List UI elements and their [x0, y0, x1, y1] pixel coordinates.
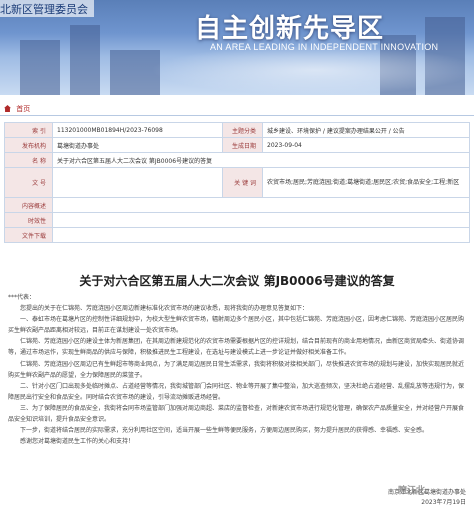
- info-value[interactable]: [52, 227, 470, 243]
- document-info-table: 索 引 113201000MB01894H/2023-76098 主题分类 城乡…: [4, 122, 470, 243]
- document-title: 关于对六合区第五届人大二次会议 第JB0006号建议的答复: [79, 274, 395, 288]
- banner-slogan: 自主创新先导区: [195, 14, 385, 44]
- info-row-name: 名 称 关于对六合区第五届人大二次会议 第JB0006号建议的答复: [4, 152, 470, 168]
- document-paragraph: 您提出的关于在仁锦苑、芳庭涟园小区周边新建标准化农贸市场的建议收悉，现将我街的办…: [20, 305, 309, 313]
- header-banner: 北新区管理委员会 自主创新先导区 AN AREA LEADING IN INDE…: [0, 0, 474, 95]
- banner-building-graphic: [20, 40, 60, 95]
- info-value: 关于对六合区第五届人大二次会议 第JB0006号建议的答复: [52, 152, 470, 168]
- info-row-validity: 时效性: [4, 212, 470, 228]
- info-value: 2023-09-04: [262, 137, 470, 153]
- info-row-download: 文件下载: [4, 227, 470, 243]
- document-paragraph: 感谢您对葛塘街道民生工作的关心和支持！: [20, 438, 135, 446]
- watermark-text: 瞭江北: [398, 486, 426, 496]
- document-salutation: ***代表：: [8, 294, 36, 301]
- info-label: 名 称: [4, 152, 53, 168]
- banner-slogan-english: AN AREA LEADING IN INDEPENDENT INNOVATIO…: [210, 42, 439, 52]
- info-label: 文 号: [4, 167, 53, 198]
- document-paragraph: 一、泰虹市场在葛塘片区的控制性详细规划中，为校大型生鲜农贸市场，辐射周边多个居民…: [8, 316, 465, 335]
- banner-glow: [150, 45, 474, 95]
- info-row-summary: 内容概述: [4, 197, 470, 213]
- document-paragraph: 三、为了保障居民的食品安全，我街将会同市场监管部门加强对周边商超、菜店的监督检查…: [8, 404, 465, 424]
- info-label: 索 引: [4, 122, 53, 138]
- org-name: 北新区管理委员会: [0, 0, 94, 17]
- info-value: 葛塘街道办事处: [52, 137, 223, 153]
- document-paragraph: 下一步，街道将结合居民的实际需求，充分利用社区空间，适当开展一些生鲜等便民服务，…: [20, 427, 429, 435]
- home-icon: [4, 105, 11, 112]
- info-label: 内容概述: [4, 197, 53, 213]
- info-value: [52, 197, 470, 213]
- banner-building-graphic: [70, 25, 100, 95]
- info-row-doc-number: 文 号 关 键 词 农贸市场;居民;芳庭涟园;街道;葛塘街道;居民区;农贸;食品…: [4, 167, 470, 198]
- document-paragraph: 仁锦苑、芳庭涟园小区的建设主体为新居集团，在其周边新建规范化的农贸市场需要根据片…: [8, 338, 465, 357]
- info-row-publisher: 发布机构 葛塘街道办事处 生成日期 2023-09-04: [4, 137, 470, 153]
- document-paragraph: 仁锦苑、芳庭涟园小区周边已有生鲜超市等商业网点，为了满足周边居民日常生活需求，我…: [8, 360, 465, 379]
- breadcrumb: 首页: [0, 102, 474, 116]
- document-date: 2023年7月19日: [421, 499, 466, 506]
- info-value: [52, 212, 470, 228]
- info-value: [52, 167, 223, 198]
- info-value: 农贸市场;居民;芳庭涟园;街道;葛塘街道;居民区;农贸;食品安全;工程;新区: [262, 167, 470, 198]
- info-label: 关 键 词: [222, 167, 263, 198]
- info-label: 时效性: [4, 212, 53, 228]
- info-label: 生成日期: [222, 137, 263, 153]
- info-label: 发布机构: [4, 137, 53, 153]
- info-row-index: 索 引 113201000MB01894H/2023-76098 主题分类 城乡…: [4, 122, 470, 138]
- info-value: 113201000MB01894H/2023-76098: [52, 122, 223, 138]
- info-value: 城乡建设、环境保护 / 建议提案办理结果公开 / 公告: [262, 122, 470, 138]
- document-body: ***代表： 您提出的关于在仁锦苑、芳庭涟园小区周边新建标准化农贸市场的建议收悉…: [8, 292, 468, 447]
- info-label: 主题分类: [222, 122, 263, 138]
- document-paragraph: 二、针对小区门口出现多处临时摊点、占道经营等情况，我街城管部门会同社区、物业等开…: [8, 382, 465, 401]
- info-label: 文件下载: [4, 227, 53, 243]
- breadcrumb-home-link[interactable]: 首页: [16, 105, 30, 113]
